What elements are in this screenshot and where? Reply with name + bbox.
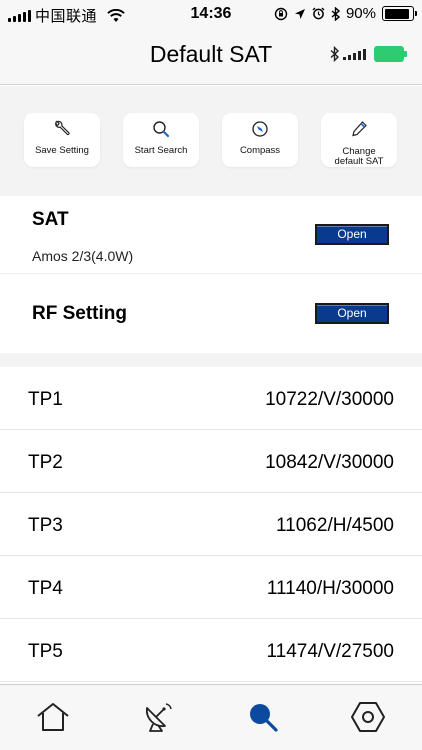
tp-row[interactable]: TP3 11062/H/4500 xyxy=(0,493,422,556)
tp-name: TP3 xyxy=(28,515,63,536)
tab-home[interactable] xyxy=(33,699,73,735)
alarm-icon xyxy=(312,7,325,20)
tp-row[interactable]: TP2 10842/V/30000 xyxy=(0,430,422,493)
rf-setting-section: RF Setting Open xyxy=(0,275,422,353)
location-arrow-icon xyxy=(294,8,305,19)
hexagon-settings-icon xyxy=(351,702,385,732)
tab-settings[interactable] xyxy=(348,699,388,735)
sat-open-button[interactable]: Open xyxy=(315,224,389,245)
tp-name: TP5 xyxy=(28,641,63,662)
device-battery-icon xyxy=(374,46,407,62)
search-icon xyxy=(250,704,278,732)
search-icon xyxy=(123,120,199,138)
action-label: Change default SAT xyxy=(321,147,397,167)
satellite-name: Amos 2/3(4.0W) xyxy=(32,248,134,264)
action-label-line2: default SAT xyxy=(334,156,384,167)
save-setting-button[interactable]: Save Setting xyxy=(24,113,100,167)
battery-icon xyxy=(382,6,417,21)
action-label: Compass xyxy=(239,145,281,156)
tp-row[interactable]: TP5 11474/V/27500 xyxy=(0,619,422,682)
tab-satellite[interactable] xyxy=(138,699,178,735)
home-icon xyxy=(37,703,69,731)
rf-setting-title: RF Setting xyxy=(32,303,127,324)
tp-value: 11474/V/27500 xyxy=(266,641,395,662)
section-divider xyxy=(0,353,422,367)
tp-value: 10842/V/30000 xyxy=(265,452,394,473)
quick-actions: Save Setting Start Search Compass Change… xyxy=(0,86,422,196)
wrench-icon xyxy=(24,120,100,138)
sat-section: SAT Amos 2/3(4.0W) Open xyxy=(0,196,422,274)
tp-name: TP1 xyxy=(28,389,63,410)
compass-button[interactable]: Compass xyxy=(222,113,298,167)
start-search-button[interactable]: Start Search xyxy=(123,113,199,167)
tp-list: TP1 10722/V/30000 TP2 10842/V/30000 TP3 … xyxy=(0,367,422,682)
compass-icon xyxy=(222,120,298,138)
tp-name: TP2 xyxy=(28,452,63,473)
tp-value: 11062/H/4500 xyxy=(276,515,394,536)
action-label: Save Setting xyxy=(35,145,89,156)
satellite-dish-icon xyxy=(145,703,172,732)
battery-percent: 90% xyxy=(345,5,376,22)
tp-row[interactable]: TP4 11140/H/30000 xyxy=(0,556,422,619)
device-status xyxy=(330,46,407,62)
sat-title: SAT xyxy=(32,209,69,230)
pen-icon xyxy=(321,120,397,138)
bluetooth-icon xyxy=(331,6,340,21)
nav-bar: Default SAT xyxy=(0,28,422,85)
tp-name: TP4 xyxy=(28,578,63,599)
tab-bar xyxy=(0,684,422,750)
bluetooth-icon xyxy=(330,46,339,62)
tp-value: 10722/V/30000 xyxy=(265,389,394,410)
action-label: Start Search xyxy=(134,145,188,156)
battery-fill xyxy=(384,8,409,19)
tp-row[interactable]: TP1 10722/V/30000 xyxy=(0,367,422,430)
tp-value: 11140/H/30000 xyxy=(266,578,394,599)
rf-open-button[interactable]: Open xyxy=(315,303,389,324)
tab-search[interactable] xyxy=(243,699,283,735)
status-right: 90% xyxy=(274,5,417,22)
change-default-sat-button[interactable]: Change default SAT xyxy=(321,113,397,167)
orientation-lock-icon xyxy=(274,7,288,20)
device-signal-icon xyxy=(343,48,366,60)
status-bar: 中国联通 14:36 90% xyxy=(0,0,422,28)
